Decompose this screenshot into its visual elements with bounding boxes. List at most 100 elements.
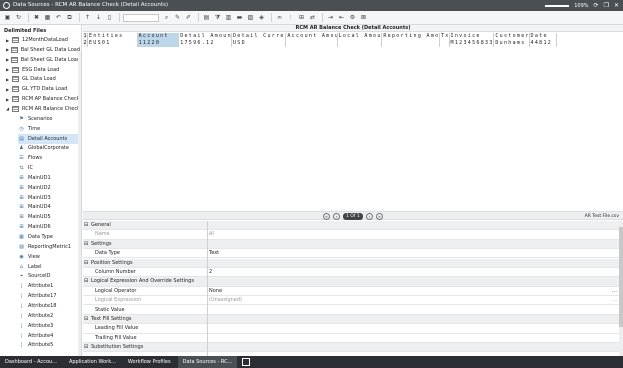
sidebar-item[interactable]: ⊞ MainUD1 [18,173,80,183]
grid-cell[interactable]: 17596.12 [179,40,232,47]
sidebar-item[interactable]: ⇆ IC [18,163,80,173]
property-row[interactable]: Logical Expression (Unassigned)… [83,296,619,306]
zoom-slider[interactable] [545,4,570,7]
sidebar-item[interactable]: ☰ Flows [18,153,80,163]
sidebar-item[interactable]: ▶ GL YTD Data Load [6,84,80,94]
property-category[interactable]: ⊟ General [83,221,619,231]
toolbar-search-input[interactable] [123,13,159,22]
collapse-icon[interactable]: ⊟ [84,344,88,350]
grid-cell[interactable] [338,40,383,47]
sidebar-item[interactable]: ▶ ESG Data Load [6,65,80,75]
arrow-up-icon[interactable]: ↑ [83,13,92,22]
import-icon[interactable]: ⇤ [337,13,346,22]
grid-cell[interactable]: Dunhams [494,40,530,47]
sidebar-item[interactable]: ¦ Attribute5 [18,340,80,350]
collapse-icon[interactable]: ⊟ [84,278,88,284]
sidebar-item[interactable]: ⊞ MainUD4 [18,202,80,212]
transform-icon[interactable]: ⇄ [308,13,317,22]
taskbar-tab[interactable]: Workflow Profiles [123,356,176,368]
collapse-icon[interactable]: ⊟ [84,260,88,266]
column-header[interactable]: Account Amount [286,33,338,40]
taskbar-tab[interactable]: Data Sources - RC... [177,356,238,368]
first-page-icon[interactable]: « [323,213,330,220]
sidebar-item[interactable]: ¦ Attribute1 [18,281,80,291]
new-tab-icon[interactable] [242,358,251,366]
sidebar-item[interactable]: ▶ Bal Sheet GL Data Load [6,55,80,65]
property-category[interactable]: ⊟ Substitution Settings [83,343,619,353]
column-header[interactable]: Entities [88,33,138,40]
sidebar-item[interactable]: ▤ Detail Accounts [18,133,80,144]
save-icon[interactable]: ▣ [3,13,12,22]
next-page-icon[interactable]: › [366,213,373,220]
chart-icon[interactable]: ▨ [246,13,255,22]
column-header[interactable]: Local Amount [338,33,383,40]
column-header[interactable]: Date [530,33,557,40]
property-divider[interactable] [207,221,208,356]
sidebar-item[interactable]: ▶ GL Data Load [6,74,80,84]
table-icon[interactable]: ▤ [202,13,211,22]
property-row[interactable]: Trailing Fill Value [83,334,619,343]
sidebar-item[interactable]: ⊞ MainUD3 [18,193,80,203]
sidebar-item[interactable]: ♟ GlobalCorporate [18,143,80,153]
sidebar-item[interactable]: ◉ View [18,252,80,262]
collapse-icon[interactable]: ⊟ [84,222,88,228]
pencil-icon[interactable]: ✐ [184,13,193,22]
column-header[interactable]: Tx [440,33,450,40]
column-header[interactable]: Reporting Amount [382,33,440,40]
sidebar-item[interactable]: ⊞ MainUD2 [18,183,80,193]
sidebar-item[interactable]: ¦ Attribute18 [18,301,80,311]
property-category[interactable]: ⊟ Settings [83,239,619,249]
sidebar-item[interactable]: ▶ 12MonthDataLoad [6,35,80,45]
sidebar-item[interactable]: ¦ Attribute4 [18,331,80,341]
edit-icon[interactable]: ✎ [173,13,182,22]
sidebar-item[interactable]: ⚑ Scenarios [18,114,80,124]
link-icon[interactable]: ∞ [275,13,284,22]
sidebar-item[interactable]: ◷ Time [18,124,80,134]
column-header[interactable]: Customer [494,33,530,40]
property-category[interactable]: ⊟ Position Settings [83,258,619,268]
grid-cell[interactable]: USD [232,40,287,47]
filter-icon[interactable]: ⧩ [213,13,222,22]
property-row[interactable]: Column Number 2 [83,268,619,278]
column-header[interactable]: Invoice [450,33,495,40]
column-header[interactable]: Account [137,33,180,40]
last-page-icon[interactable]: » [376,213,383,220]
taskbar-tab[interactable]: Application Work... [64,356,121,368]
property-category[interactable]: ⊟ Text Fill Settings [83,315,619,325]
sidebar-item[interactable]: ◢ RCM AR Balance Check [6,104,80,114]
property-row[interactable]: Logical Operator None… [83,287,619,296]
property-value[interactable]: 2 [209,269,212,275]
prev-page-icon[interactable]: ‹ [333,213,340,220]
search-icon[interactable]: ⌕ [162,13,171,22]
copy-icon[interactable]: ⧉ [65,13,74,22]
undo-icon[interactable]: ↶ [54,13,63,22]
dropdown-button[interactable]: … [612,297,617,303]
split-icon[interactable]: ⫶ [286,13,295,22]
sidebar-item[interactable]: ¦ Attribute17 [18,291,80,301]
close-icon[interactable]: ⊠ [359,13,368,22]
grid-cell[interactable] [286,40,338,47]
delete-icon[interactable]: ✖ [32,13,41,22]
property-row[interactable]: Name AI [83,230,619,240]
arrow-down-icon[interactable]: ↓ [94,13,103,22]
taskbar-tab[interactable]: Dashboard - Accou... [0,356,62,368]
grid-cell[interactable] [382,40,440,47]
grid-cell[interactable]: EUS01 [88,40,138,47]
property-row[interactable]: Data Type Text [83,249,619,259]
sidebar-item[interactable]: ⊞ MainUD6 [18,222,80,232]
sidebar-item[interactable]: ▶ Bal Sheet GL Data Load [6,45,80,55]
refresh-icon[interactable]: ↻ [14,13,23,22]
sidebar-item[interactable]: ¦ Attribute3 [18,321,80,331]
tag-icon[interactable]: ◈ [257,13,266,22]
refresh-icon[interactable]: ⟳ [594,2,599,9]
grid-cell[interactable]: 11220 [137,40,180,47]
export-icon[interactable]: ⇥ [326,13,335,22]
sidebar-item[interactable]: ▨ ReportingMetric1 [18,242,80,252]
grid-cell[interactable] [440,40,450,47]
merge-icon[interactable]: ⊞ [297,13,306,22]
column-icon[interactable]: ▥ [224,13,233,22]
dropdown-button[interactable]: … [612,288,617,294]
sidebar-item[interactable]: ⌖ SourceID [18,271,80,281]
grid-icon[interactable]: ▦ [43,13,52,22]
column-header[interactable]: Detail Currency [232,33,287,40]
